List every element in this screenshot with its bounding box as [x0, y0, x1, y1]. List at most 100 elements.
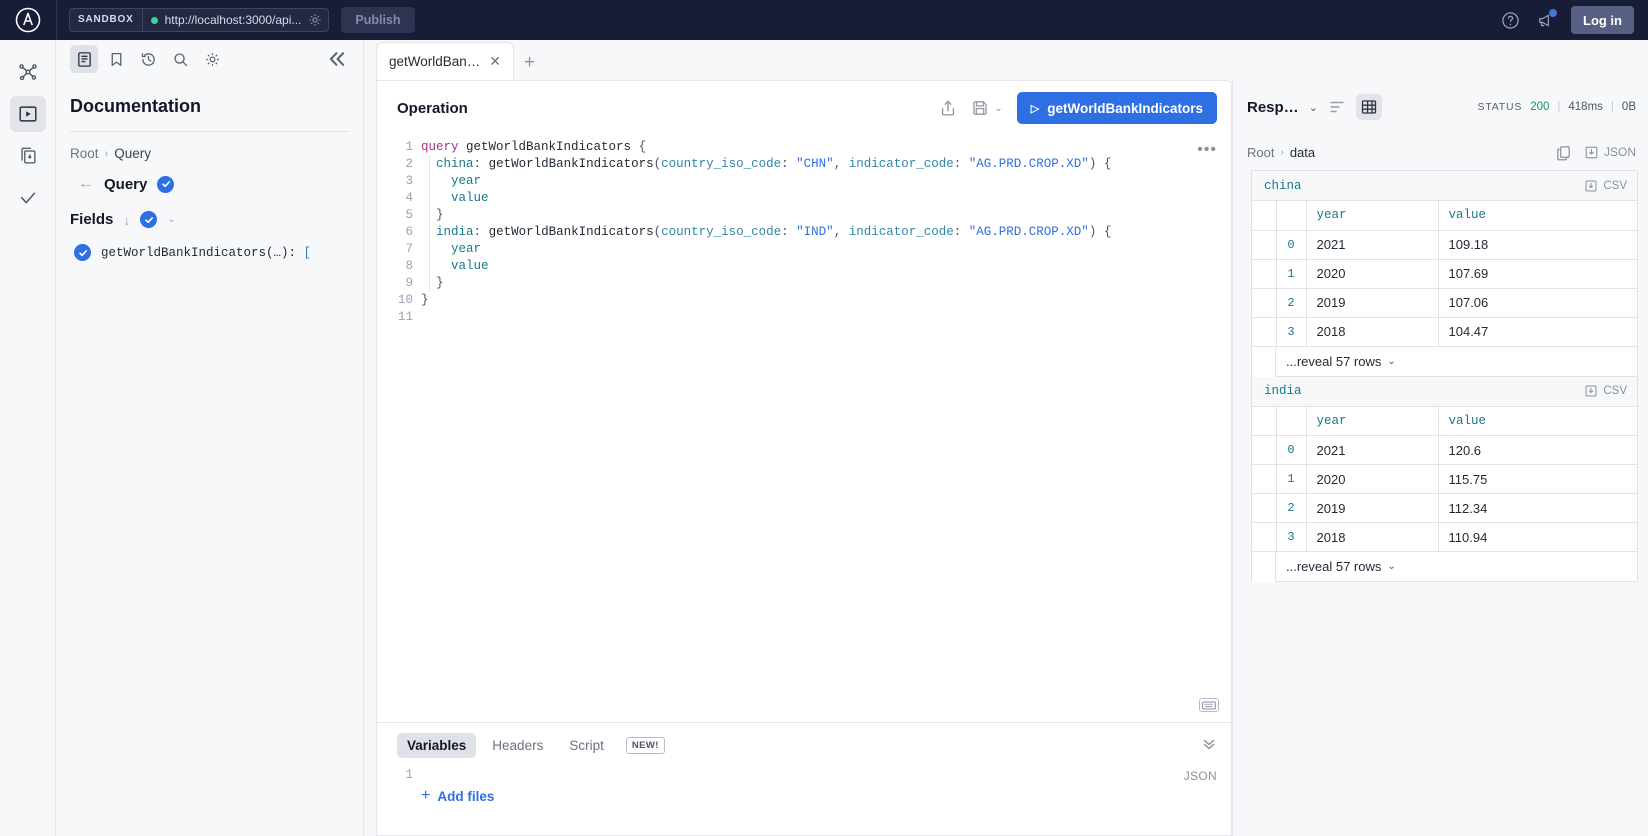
close-icon[interactable]: ✕ [489, 53, 501, 70]
download-csv-button[interactable]: CSV [1584, 179, 1627, 193]
new-badge: NEW! [625, 736, 665, 754]
cell-value: 110.94 [1438, 522, 1637, 552]
cell-value: 107.06 [1438, 288, 1637, 318]
cell-year: 2018 [1306, 522, 1439, 552]
share-icon[interactable] [939, 99, 957, 117]
collapse-bottom-panel-button[interactable] [1201, 737, 1217, 753]
response-breadcrumb-root[interactable]: Root [1247, 145, 1274, 160]
response-tables: china CSV year value 0 2021 109.18 1 2020 107.69 2… [1233, 170, 1648, 836]
cell-year: 2018 [1306, 317, 1439, 347]
sidebar-item-persisted-queries[interactable] [10, 138, 46, 174]
code-token-sp [841, 225, 849, 239]
variables-editor[interactable]: 1 + Add files JSON [377, 767, 1231, 835]
row-index: 3 [1276, 522, 1307, 552]
field-selected-check-icon[interactable] [74, 244, 91, 261]
table-index-header [1276, 201, 1307, 231]
documentation-panel: Documentation Root › Query ← Query Field… [56, 40, 364, 836]
editor-more-options-icon[interactable]: ••• [1197, 141, 1217, 159]
format-lines-icon[interactable] [1328, 98, 1346, 116]
query-selected-check-icon[interactable] [157, 175, 175, 193]
sidebar-item-schema[interactable] [10, 54, 46, 90]
code-token-sp [421, 191, 451, 205]
code-token-punc: : [781, 157, 789, 171]
search-icon[interactable] [166, 45, 194, 73]
table-gutter-cell [1252, 493, 1277, 523]
explorer-icon [18, 106, 37, 122]
tab-headers[interactable]: Headers [482, 733, 553, 758]
add-files-label: Add files [437, 788, 495, 804]
table-glyph-icon [1361, 100, 1377, 114]
gear-icon[interactable] [308, 13, 322, 27]
reveal-rows-button[interactable]: ...reveal 57 rows ⌄ [1276, 552, 1637, 582]
download-csv-button[interactable]: CSV [1584, 384, 1627, 398]
download-icon [1585, 385, 1597, 397]
tab-variables[interactable]: Variables [397, 732, 477, 758]
code-token-str: "AG.PRD.CROP.XD" [968, 157, 1089, 171]
back-arrow-icon[interactable]: ← [78, 175, 94, 193]
tab-script[interactable]: Script [559, 733, 614, 758]
code-token-punc: ( [653, 157, 662, 171]
announcements-button[interactable] [1536, 8, 1557, 30]
line-number: 5 [405, 208, 413, 222]
sidebar-item-checks[interactable] [10, 180, 46, 216]
response-duration: 418ms [1568, 101, 1603, 113]
status-code: 200 [1530, 101, 1550, 113]
field-list-item[interactable]: getWorldBankIndicators(…): [ [56, 228, 363, 261]
sidebar-item-explorer[interactable] [9, 96, 46, 132]
code-token-punc: { [1103, 157, 1112, 171]
save-dropdown-caret-icon[interactable]: ⌄ [994, 103, 1002, 114]
reveal-rows-label: ...reveal 57 rows [1286, 559, 1382, 574]
cell-value: 112.34 [1438, 493, 1637, 523]
sort-arrow-icon[interactable]: ↓ [123, 212, 130, 228]
search-glyph-icon [173, 52, 187, 66]
reveal-rows-button[interactable]: ...reveal 57 rows ⌄ [1276, 347, 1637, 377]
download-icon [1585, 146, 1598, 158]
history-icon[interactable] [134, 45, 162, 73]
breadcrumb-root[interactable]: Root [70, 146, 99, 161]
publish-button[interactable]: Publish [341, 7, 415, 33]
add-files-button[interactable]: + Add files [421, 787, 494, 805]
variables-line-gutter: 1 [405, 768, 413, 782]
code-token-punc: { [1103, 225, 1112, 239]
response-dropdown-caret-icon[interactable]: ⌄ [1309, 101, 1318, 114]
code-content[interactable]: query getWorldBankIndicators { china: ge… [421, 135, 1231, 722]
table-gutter-cell [1252, 406, 1277, 436]
collapse-docs-button[interactable] [325, 47, 349, 71]
login-button[interactable]: Log in [1571, 6, 1634, 34]
code-token-str: "CHN" [796, 157, 834, 171]
save-icon[interactable] [971, 99, 989, 117]
reveal-rows-row[interactable]: ...reveal 57 rows ⌄ [1252, 346, 1637, 377]
download-json-button[interactable]: JSON [1584, 145, 1636, 160]
endpoint-body[interactable]: http://localhost:3000/api... [143, 9, 329, 31]
code-token-punc: } [436, 208, 444, 222]
variables-content[interactable]: + Add files JSON [421, 767, 1231, 835]
endpoint-url: http://localhost:3000/api... [164, 13, 302, 27]
code-line: india: getWorldBankIndicators(country_is… [421, 224, 1231, 241]
response-data-table: year value 0 2021 120.6 1 2020 115.75 2 2019 112.3… [1252, 406, 1637, 552]
code-editor[interactable]: 1 2 3 4 5 6 7 8 9 10 11 query getWorldBankIndicato… [377, 135, 1231, 722]
query-type-row[interactable]: ← Query [56, 161, 363, 193]
apollo-logo[interactable] [0, 0, 56, 40]
help-icon[interactable] [1501, 11, 1520, 30]
documentation-icon[interactable] [70, 45, 98, 73]
indent-guide [429, 275, 430, 292]
code-token-sp [1096, 157, 1104, 171]
add-tab-button[interactable]: + [524, 52, 535, 80]
run-operation-button[interactable]: ▷ getWorldBankIndicators [1016, 92, 1217, 124]
response-table-name: china [1264, 178, 1302, 193]
endpoint-selector[interactable]: SANDBOX http://localhost:3000/api... [69, 8, 330, 32]
copy-icon[interactable] [1555, 144, 1572, 161]
top-bar: SANDBOX http://localhost:3000/api... Pub… [0, 0, 1648, 40]
settings-gear-icon[interactable] [198, 45, 226, 73]
variables-format-label[interactable]: JSON [1184, 769, 1217, 783]
chevron-down-icon[interactable]: ⌄ [167, 214, 175, 225]
tab-operation[interactable]: getWorldBan… ✕ [376, 42, 515, 80]
fields-select-all-check-icon[interactable] [140, 211, 158, 228]
keyboard-shortcuts-button[interactable] [1199, 698, 1219, 712]
reveal-rows-row[interactable]: ...reveal 57 rows ⌄ [1252, 552, 1637, 582]
bookmark-icon[interactable] [102, 45, 130, 73]
row-index: 3 [1276, 317, 1307, 347]
line-number: 6 [405, 225, 413, 239]
table-view-icon[interactable] [1355, 94, 1382, 120]
field-name: getWorldBankIndicators(…): [101, 245, 304, 260]
